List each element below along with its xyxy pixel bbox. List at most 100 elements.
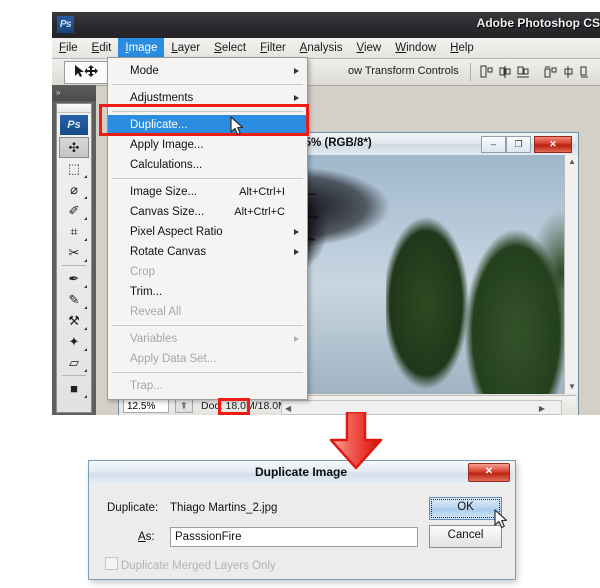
application-title: Adobe Photoshop CS xyxy=(477,16,600,30)
menu-item-variables: Variables xyxy=(108,329,307,349)
align-left-edges-icon[interactable] xyxy=(480,65,494,79)
desktop-background xyxy=(0,0,52,588)
menu-item-duplicate[interactable]: Duplicate... xyxy=(108,115,307,135)
menu-separator xyxy=(112,111,303,112)
close-button[interactable]: ✕ xyxy=(534,136,572,153)
menu-item-shortcut: Alt+Ctrl+I xyxy=(239,182,285,202)
menu-item-trim[interactable]: Trim... xyxy=(108,282,307,302)
tool-flyout-corner-icon xyxy=(84,327,87,330)
menu-item-adjustments[interactable]: Adjustments xyxy=(108,88,307,108)
menu-item-label: Duplicate... xyxy=(130,119,188,131)
submenu-arrow-icon xyxy=(294,229,299,235)
history-brush-tool[interactable]: ✦ xyxy=(59,331,89,352)
tool-flyout-corner-icon xyxy=(84,395,87,398)
tools-panel: Ps ✣⬚⌀✐⌗✂✒✎⚒✦▱■ xyxy=(56,103,92,413)
menu-item-label: Reveal All xyxy=(130,306,181,318)
menu-select[interactable]: Select xyxy=(207,38,253,57)
mouse-pointer-cursor xyxy=(230,116,246,143)
menu-item-trap: Trap... xyxy=(108,376,307,396)
menu-window[interactable]: Window xyxy=(388,38,443,57)
align-vertical-centers-icon[interactable] xyxy=(562,65,576,79)
menu-item-apply-image[interactable]: Apply Image... xyxy=(108,135,307,155)
move-tool[interactable]: ✣ xyxy=(59,137,89,158)
crop-tool[interactable]: ⌗ xyxy=(59,221,89,242)
menu-item-calculations[interactable]: Calculations... xyxy=(108,155,307,175)
menu-item-pixel-aspect-ratio[interactable]: Pixel Aspect Ratio xyxy=(108,222,307,242)
menu-item-image-size[interactable]: Image Size... Alt+Ctrl+I xyxy=(108,182,307,202)
photoshop-logo-icon: Ps xyxy=(57,16,74,33)
minimize-button[interactable]: – xyxy=(481,136,506,153)
duplicate-source-filename: Thiago Martins_2.jpg xyxy=(170,502,277,514)
zoom-level-field[interactable]: 12.5% xyxy=(123,399,169,413)
clone-stamp-tool[interactable]: ⚒ xyxy=(59,310,89,331)
document-size-info: Doc: 18.0M/18.0M xyxy=(201,399,287,413)
marquee-tool[interactable]: ⬚ xyxy=(59,158,89,179)
application-titlebar: Ps Adobe Photoshop CS xyxy=(52,12,600,38)
gradient-tool[interactable]: ■ xyxy=(59,378,89,399)
menu-item-mode[interactable]: Mode xyxy=(108,61,307,81)
healing-brush-tool[interactable]: ✒ xyxy=(59,268,89,289)
maximize-button[interactable]: ❐ xyxy=(506,136,531,153)
eraser-tool[interactable]: ▱ xyxy=(59,352,89,373)
menu-item-label: Canvas Size... xyxy=(130,206,204,218)
menu-analysis[interactable]: Analysis xyxy=(293,38,350,57)
tool-flyout-corner-icon xyxy=(84,196,87,199)
double-chevron-right-icon[interactable]: » xyxy=(52,85,96,101)
cancel-button[interactable]: Cancel xyxy=(429,525,502,548)
tool-flyout-corner-icon xyxy=(84,306,87,309)
menu-image[interactable]: Image xyxy=(118,38,164,57)
scroll-right-icon[interactable]: ▶ xyxy=(539,405,545,413)
lasso-tool[interactable]: ⌀ xyxy=(59,179,89,200)
tool-flyout-corner-icon xyxy=(84,175,87,178)
dialog-close-button[interactable]: ✕ xyxy=(468,463,510,482)
slice-tool[interactable]: ✂ xyxy=(59,242,89,263)
duplicate-source-label: Duplicate: xyxy=(107,502,158,514)
menu-bar: FileEditImageLayerSelectFilterAnalysisVi… xyxy=(52,38,600,59)
menu-item-label: Trim... xyxy=(130,286,162,298)
show-transform-controls-label: ow Transform Controls xyxy=(348,65,459,77)
menu-item-label: Calculations... xyxy=(130,159,202,171)
menu-item-label: Variables xyxy=(130,333,177,345)
align-right-edges-icon[interactable] xyxy=(516,65,530,79)
submenu-arrow-icon xyxy=(294,68,299,74)
menu-item-label: Image Size... xyxy=(130,186,197,198)
brush-tool[interactable]: ✎ xyxy=(59,289,89,310)
submenu-arrow-icon xyxy=(294,95,299,101)
menu-item-shortcut: Alt+Ctrl+C xyxy=(234,202,285,222)
scroll-down-icon[interactable]: ▼ xyxy=(568,383,576,391)
tools-panel-grip[interactable] xyxy=(57,104,91,113)
align-bottom-edges-icon[interactable] xyxy=(580,65,594,79)
menu-separator xyxy=(112,178,303,179)
menu-filter[interactable]: Filter xyxy=(253,38,293,57)
tool-divider xyxy=(62,375,86,376)
menu-edit[interactable]: Edit xyxy=(85,38,119,57)
menu-item-apply-data-set: Apply Data Set... xyxy=(108,349,307,369)
menu-layer[interactable]: Layer xyxy=(164,38,207,57)
menu-view[interactable]: View xyxy=(350,38,389,57)
tool-flyout-corner-icon xyxy=(84,217,87,220)
align-horizontal-centers-icon[interactable] xyxy=(498,65,512,79)
vertical-scrollbar[interactable]: ▲ ▼ xyxy=(564,155,578,394)
scroll-up-icon[interactable]: ▲ xyxy=(568,158,576,166)
horizontal-scrollbar[interactable]: ◀ ▶ xyxy=(281,400,562,415)
tool-flyout-corner-icon xyxy=(84,238,87,241)
duplicate-merged-checkbox[interactable] xyxy=(105,557,118,570)
menu-file[interactable]: File xyxy=(52,38,85,57)
menu-help[interactable]: Help xyxy=(443,38,481,57)
document-thumbnail-icon[interactable]: ⍒ xyxy=(175,399,193,413)
menu-item-rotate-canvas[interactable]: Rotate Canvas xyxy=(108,242,307,262)
magic-wand-tool[interactable]: ✐ xyxy=(59,200,89,221)
menu-item-label: Apply Data Set... xyxy=(130,353,216,365)
align-top-edges-icon[interactable] xyxy=(544,65,558,79)
dialog-body: Duplicate: Thiago Martins_2.jpg As: Dupl… xyxy=(89,485,513,577)
duplicate-name-input[interactable] xyxy=(170,527,418,547)
down-arrow-annotation xyxy=(328,412,384,470)
scroll-left-icon[interactable]: ◀ xyxy=(285,405,291,413)
ok-button[interactable]: OK xyxy=(429,497,502,520)
menu-item-label: Trap... xyxy=(130,380,163,392)
dialog-titlebar: Duplicate Image ✕ xyxy=(89,461,513,486)
duplicate-merged-layers-row[interactable]: Duplicate Merged Layers Only xyxy=(105,557,276,572)
menu-item-canvas-size[interactable]: Canvas Size... Alt+Ctrl+C xyxy=(108,202,307,222)
menu-item-label: Pixel Aspect Ratio xyxy=(130,226,223,238)
menu-separator xyxy=(112,84,303,85)
